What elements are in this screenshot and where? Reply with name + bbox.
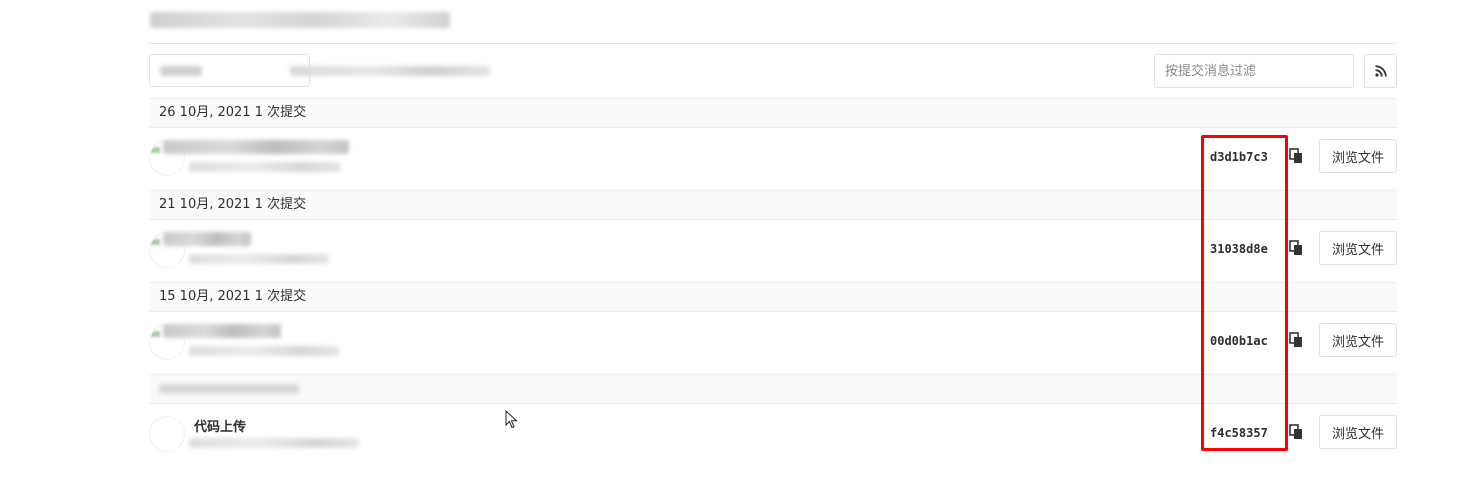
commit-sha[interactable]: d3d1b7c3: [1210, 150, 1268, 164]
day-header: 15 10月, 2021 1 次提交: [149, 282, 1397, 312]
commit-meta-redacted: [189, 346, 339, 356]
copy-icon[interactable]: [1289, 240, 1303, 256]
page-title-redacted: [150, 12, 450, 28]
rss-button[interactable]: [1364, 54, 1397, 88]
commit-meta-redacted: [189, 162, 341, 172]
commit-filter-input[interactable]: [1154, 54, 1354, 88]
file-path-redacted: [290, 66, 490, 76]
day-header: 26 10月, 2021 1 次提交: [149, 98, 1397, 128]
mouse-pointer-icon: [505, 410, 518, 429]
day-header-label: 15 10月, 2021 1 次提交: [159, 289, 307, 304]
day-header: [149, 374, 1397, 404]
commit-row: 00d0b1ac 浏览文件: [149, 312, 1397, 374]
browse-files-button[interactable]: 浏览文件: [1319, 231, 1397, 265]
commit-meta-redacted: [189, 254, 329, 264]
avatar: [149, 416, 185, 452]
copy-icon[interactable]: [1289, 424, 1303, 440]
commit-sha[interactable]: 00d0b1ac: [1210, 334, 1268, 348]
branch-selector[interactable]: [149, 54, 310, 87]
day-header: 21 10月, 2021 1 次提交: [149, 190, 1397, 220]
day-header-label: 21 10月, 2021 1 次提交: [159, 197, 307, 212]
browse-files-button[interactable]: 浏览文件: [1319, 323, 1397, 357]
commit-message-redacted[interactable]: [163, 232, 251, 246]
commit-row: d3d1b7c3 浏览文件: [149, 128, 1397, 190]
copy-icon[interactable]: [1289, 148, 1303, 164]
divider: [149, 43, 1397, 44]
branch-name-redacted: [160, 66, 202, 76]
copy-icon[interactable]: [1289, 332, 1303, 348]
commit-sha[interactable]: 31038d8e: [1210, 242, 1268, 256]
commit-message-redacted[interactable]: [163, 324, 281, 338]
commit-title[interactable]: 代码上传: [194, 416, 246, 435]
day-header-label: 26 10月, 2021 1 次提交: [159, 105, 307, 120]
commit-row: 代码上传 f4c58357 浏览文件: [149, 404, 1397, 466]
browse-files-button[interactable]: 浏览文件: [1319, 139, 1397, 173]
browse-files-button[interactable]: 浏览文件: [1319, 415, 1397, 449]
day-header-redacted: [159, 384, 299, 394]
rss-icon: [1374, 65, 1387, 77]
commit-meta-redacted: [189, 438, 359, 448]
commit-message-redacted[interactable]: [163, 140, 349, 154]
commit-row: 31038d8e 浏览文件: [149, 220, 1397, 282]
commit-sha[interactable]: f4c58357: [1210, 426, 1268, 440]
